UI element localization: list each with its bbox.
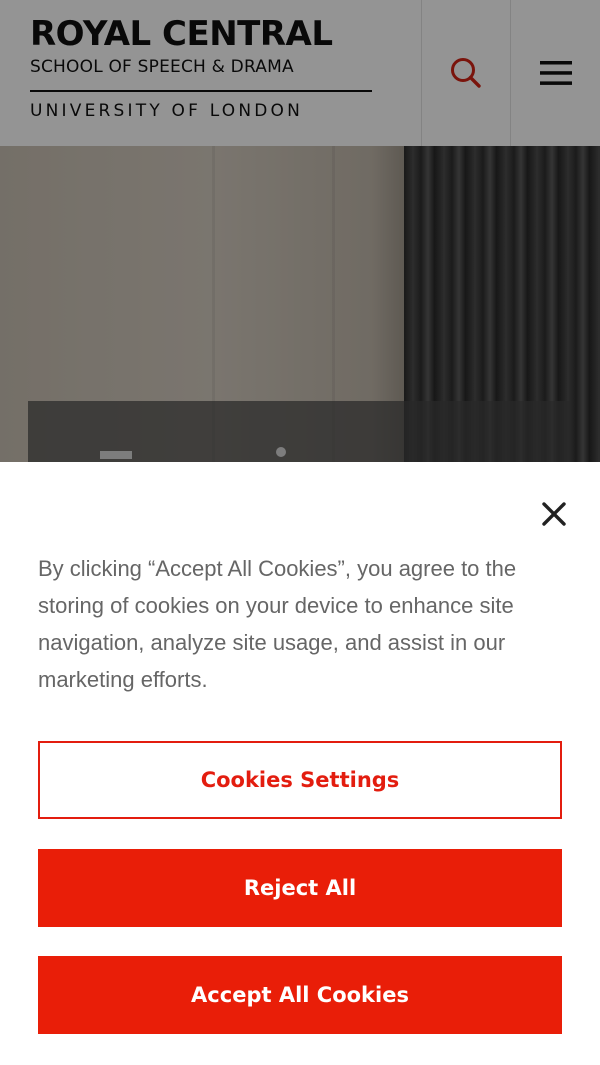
cookie-banner: By clicking “Accept All Cookies”, you ag… <box>0 462 600 1065</box>
reject-all-button[interactable]: Reject All <box>38 849 562 927</box>
close-icon <box>542 502 566 526</box>
cookie-consent-text: By clicking “Accept All Cookies”, you ag… <box>38 556 517 692</box>
cookies-settings-button[interactable]: Cookies Settings <box>38 741 562 819</box>
accept-all-cookies-button[interactable]: Accept All Cookies <box>38 956 562 1034</box>
modal-backdrop[interactable] <box>0 0 600 462</box>
close-button[interactable] <box>534 494 574 534</box>
